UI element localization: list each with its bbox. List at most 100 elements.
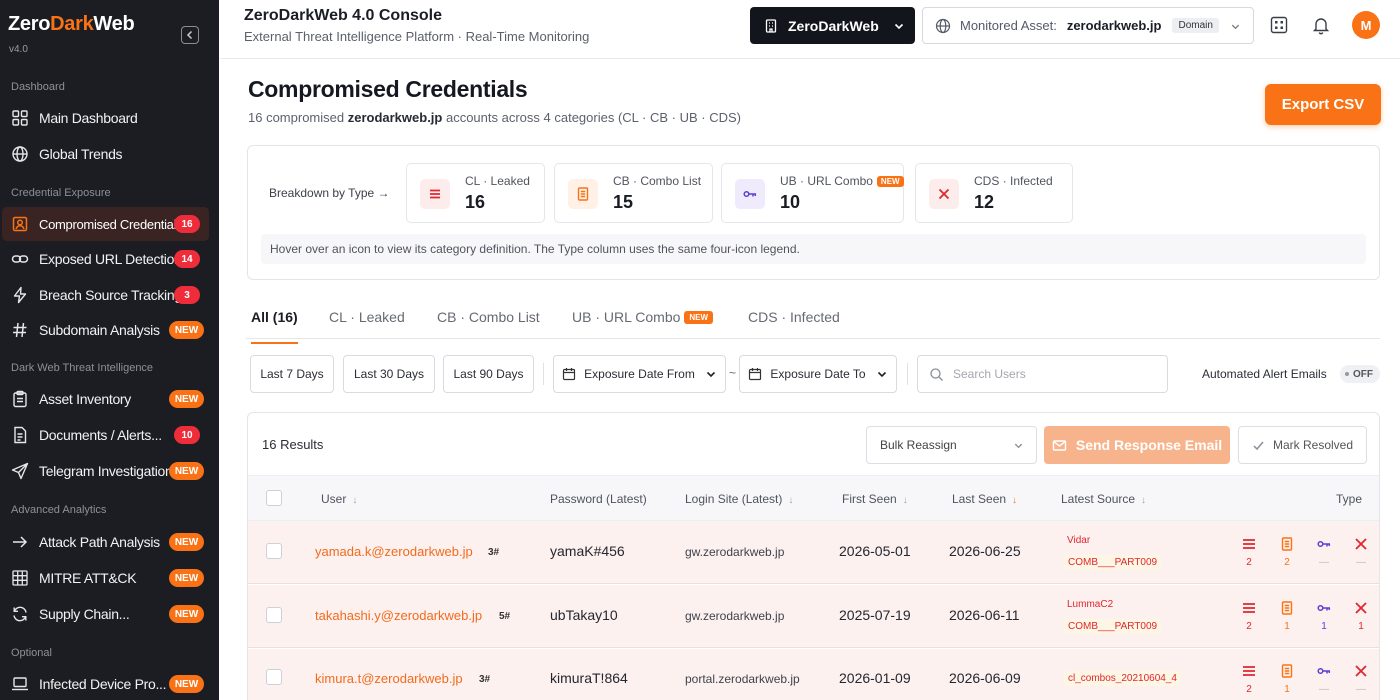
page-subtitle: 16 compromised zerodarkweb.jp accounts a…	[248, 110, 741, 125]
row-checkbox[interactable]	[266, 669, 282, 685]
infected-count: —	[1356, 684, 1366, 695]
row-checkbox[interactable]	[266, 543, 282, 559]
sort-arrow-icon: ↓	[1141, 495, 1147, 506]
breakdown-card: Breakdown by Type → CL · Leaked 16 CB · …	[247, 145, 1380, 280]
bell-icon[interactable]	[1311, 15, 1331, 35]
export-csv-button[interactable]: Export CSV	[1265, 84, 1381, 125]
leaked-icon[interactable]	[1241, 536, 1257, 552]
last-7-days-button[interactable]: Last 7 Days	[250, 355, 334, 393]
leaked-icon[interactable]	[420, 179, 450, 209]
column-user[interactable]: User ↓	[321, 492, 357, 506]
sidebar-section-dark-web: Dark Web Threat Intelligence	[11, 362, 154, 374]
app-subtitle: External Threat Intelligence Platform · …	[244, 29, 590, 44]
combo-list-icon[interactable]	[568, 179, 598, 209]
chevron-down-icon	[1231, 24, 1240, 30]
breakdown-ub-url-combo[interactable]: UB · URL Combo NEW 10	[721, 163, 904, 223]
app-logo[interactable]: ZeroDarkWeb	[8, 13, 135, 36]
organization-switcher[interactable]: ZeroDarkWeb	[750, 7, 915, 44]
source-name: Vidar	[1067, 535, 1091, 546]
user-avatar[interactable]: M	[1352, 11, 1380, 39]
sidebar-item-infected-device[interactable]: Infected Device Pro... NEW	[0, 666, 219, 700]
breakdown-hint: Hover over an icon to view its category …	[261, 234, 1366, 264]
monitored-asset-selector[interactable]: Monitored Asset: zerodarkweb.jp Domain	[922, 7, 1254, 44]
exposure-date-from-picker[interactable]: Exposure Date From	[553, 355, 726, 393]
apps-grid-icon[interactable]	[1269, 15, 1289, 35]
infected-icon[interactable]	[1353, 663, 1369, 679]
first-seen-date: 2026-05-01	[839, 543, 911, 559]
table-row[interactable]: kimura.t@zerodarkweb.jp 3# kimuraT!864 p…	[248, 649, 1379, 700]
url-combo-key-icon[interactable]	[1316, 600, 1332, 616]
automated-alert-toggle[interactable]: OFF	[1340, 365, 1380, 383]
mark-resolved-button[interactable]: Mark Resolved	[1238, 426, 1367, 464]
breakdown-name: CDS · Infected	[974, 174, 1053, 188]
infected-icon[interactable]	[1353, 536, 1369, 552]
breakdown-cl-leaked[interactable]: CL · Leaked 16	[406, 163, 545, 223]
search-users-input[interactable]	[953, 367, 1153, 381]
combo-list-icon[interactable]	[1279, 600, 1295, 616]
bulk-reassign-select[interactable]: Bulk Reassign	[866, 426, 1037, 464]
sidebar-item-global-trends[interactable]: Global Trends	[0, 136, 219, 172]
sidebar-item-documents-alerts[interactable]: Documents / Alerts... 10	[0, 417, 219, 453]
sidebar-section-optional: Optional	[11, 647, 52, 659]
collapse-sidebar-button[interactable]	[181, 26, 199, 44]
url-combo-key-icon[interactable]	[1316, 663, 1332, 679]
sidebar-item-compromised-credentials[interactable]: Compromised Credentials 16	[2, 207, 209, 241]
last-30-days-button[interactable]: Last 30 Days	[343, 355, 435, 393]
user-email-link[interactable]: yamada.k@zerodarkweb.jp	[315, 544, 473, 559]
combo-list-icon[interactable]	[1279, 536, 1295, 552]
sidebar-item-label: Breach Source Tracking	[39, 287, 182, 303]
user-email-link[interactable]: kimura.t@zerodarkweb.jp	[315, 671, 463, 686]
send-response-email-button[interactable]: Send Response Email	[1044, 426, 1230, 464]
tab-cl-leaked[interactable]: CL · Leaked	[329, 309, 405, 343]
user-email-link[interactable]: takahashi.y@zerodarkweb.jp	[315, 608, 482, 623]
last-seen-date: 2026-06-25	[949, 543, 1021, 559]
tab-cb-combo-list[interactable]: CB · Combo List	[437, 309, 540, 343]
infected-icon[interactable]	[929, 179, 959, 209]
combo-list-icon[interactable]	[1279, 663, 1295, 679]
tab-all[interactable]: All (16)	[251, 309, 298, 344]
sidebar-item-supply-chain[interactable]: Supply Chain... NEW	[0, 596, 219, 632]
infected-icon[interactable]	[1353, 600, 1369, 616]
sidebar-item-telegram-investigation[interactable]: Telegram Investigation NEW	[0, 453, 219, 489]
send-icon	[11, 462, 29, 480]
column-first-seen[interactable]: First Seen ↓	[842, 492, 908, 506]
url-combo-key-icon[interactable]	[735, 179, 765, 209]
sidebar-item-main-dashboard[interactable]: Main Dashboard	[0, 100, 219, 136]
sidebar-item-attack-path-analysis[interactable]: Attack Path Analysis NEW	[0, 524, 219, 560]
page-title: Compromised Credentials	[248, 76, 528, 102]
sidebar: ZeroDarkWeb v4.0 Dashboard Main Dashboar…	[0, 0, 219, 700]
breakdown-cds-infected[interactable]: CDS · Infected 12	[915, 163, 1073, 223]
leaked-icon[interactable]	[1241, 600, 1257, 616]
exposure-date-to-picker[interactable]: Exposure Date To	[739, 355, 897, 393]
breakdown-cb-combo-list[interactable]: CB · Combo List 15	[554, 163, 713, 223]
search-users-field[interactable]	[917, 355, 1168, 393]
tab-cds-infected[interactable]: CDS · Infected	[748, 309, 840, 343]
sidebar-item-breach-source-tracking[interactable]: Breach Source Tracking 3	[0, 277, 219, 313]
row-checkbox[interactable]	[266, 607, 282, 623]
select-all-checkbox[interactable]	[266, 490, 282, 506]
infected-count: —	[1356, 557, 1366, 568]
column-last-seen[interactable]: Last Seen ↓	[952, 492, 1017, 506]
table-row[interactable]: yamada.k@zerodarkweb.jp 3# yamaK#456 gw.…	[248, 521, 1379, 584]
new-badge: NEW	[684, 311, 714, 324]
leaked-icon[interactable]	[1241, 663, 1257, 679]
table-row[interactable]: takahashi.y@zerodarkweb.jp 5# ubTakay10 …	[248, 585, 1379, 648]
sidebar-item-exposed-url-detection[interactable]: Exposed URL Detection 14	[0, 241, 219, 277]
sidebar-item-label: Compromised Credentials	[39, 216, 183, 232]
tab-ub-url-combo[interactable]: UB · URL Combo NEW	[572, 309, 714, 343]
column-login-site[interactable]: Login Site (Latest) ↓	[685, 492, 793, 506]
filter-divider	[907, 363, 908, 385]
chevron-down-icon	[706, 371, 715, 378]
sidebar-item-subdomain-analysis[interactable]: Subdomain Analysis NEW	[0, 312, 219, 348]
organization-name: ZeroDarkWeb	[788, 17, 879, 34]
breakdown-count: 12	[974, 192, 995, 212]
last-90-days-button[interactable]: Last 90 Days	[443, 355, 534, 393]
new-badge: NEW	[876, 176, 904, 187]
sidebar-item-mitre-attack[interactable]: MITRE ATT&CK NEW	[0, 560, 219, 596]
column-latest-source[interactable]: Latest Source ↓	[1061, 492, 1146, 506]
grid-icon	[12, 110, 28, 126]
sidebar-item-asset-inventory[interactable]: Asset Inventory NEW	[0, 381, 219, 417]
sidebar-item-label: Telegram Investigation	[39, 463, 173, 479]
sort-arrow-active-icon: ↓	[1012, 495, 1018, 506]
url-combo-key-icon[interactable]	[1316, 536, 1332, 552]
